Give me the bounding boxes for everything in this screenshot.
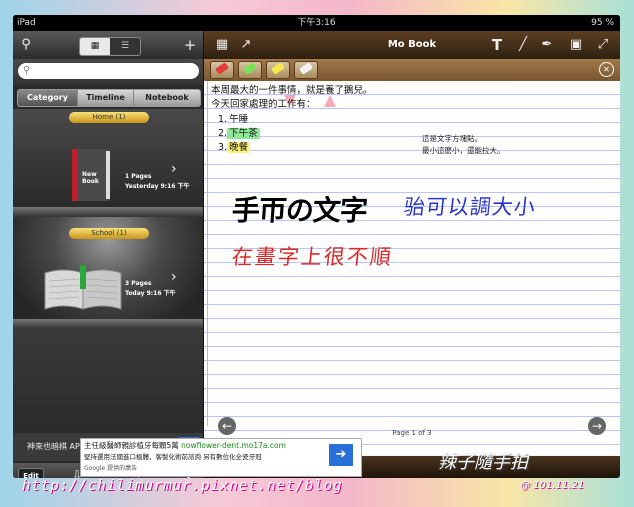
handwriting-red: 在畫字上很不順: [230, 245, 395, 269]
page-indicator: Page 1 of 3: [392, 429, 432, 437]
shelf-view-icon[interactable]: ▦: [80, 38, 110, 55]
close-icon[interactable]: ✕: [599, 62, 614, 77]
note-page[interactable]: 本周最大的一件事情，就是養了鵝兒。 今天回家處理的工作有： 1. 午睡 2. 下午茶…: [204, 81, 620, 455]
category-label-home[interactable]: Home (1): [69, 112, 149, 123]
page-count: 3 Pages: [125, 280, 152, 287]
fullscreen-icon[interactable]: ⤢: [596, 31, 610, 59]
category-label-school[interactable]: School (1): [69, 228, 149, 239]
green-highlighter-button[interactable]: [238, 61, 262, 79]
clock: 下午3:16: [297, 18, 336, 28]
note-editor-panel: ▦ ↗ Mo Book T ╱ ✒ ▣ ⤢ ✕ 本周最大的一件事情，就是養了鵝兒…: [204, 31, 620, 478]
open-book-icon: [44, 265, 122, 310]
list-item-2: 2. 下午茶: [218, 125, 260, 139]
note-line-2: 今天回家處理的工作有：: [211, 99, 316, 110]
shelf-board: [13, 207, 203, 217]
modified-date: Yesterday 9:16 下午: [125, 183, 190, 190]
list-text: 晚餐: [227, 142, 251, 153]
left-toolbar: ⚲ ▦ ☰ +: [13, 31, 203, 59]
view-mode-toggle[interactable]: ▦ ☰: [79, 37, 141, 56]
magnifier-icon: ⚲: [23, 65, 31, 76]
tab-timeline[interactable]: Timeline: [78, 90, 134, 106]
notebook-new-book[interactable]: New Book: [68, 147, 112, 203]
list-number: 2.: [218, 128, 228, 139]
list-item-1: 1. 午睡: [218, 111, 250, 125]
list-text: 下午茶: [227, 128, 260, 139]
notebook-school[interactable]: [43, 265, 123, 311]
edit-button[interactable]: Edit: [18, 468, 44, 478]
notebook-info: 3 Pages Today 9:16 下午: [125, 279, 176, 299]
eraser-button[interactable]: [294, 61, 318, 79]
list-number: 1.: [218, 114, 228, 125]
search-bar: ⚲: [13, 59, 203, 85]
empty-shelf-area: [13, 329, 203, 433]
shelf-school: School (1) 3 Pages Today 9:16 下午 ›: [13, 217, 203, 329]
text-box-line-1[interactable]: 這是文字方塊貼。: [422, 133, 482, 144]
add-icon[interactable]: +: [183, 31, 197, 59]
ad-url: nowflower-dent.mo17a.com: [181, 441, 286, 450]
modified-date: Today 9:16 下午: [125, 290, 176, 297]
page-count: 1 Pages: [125, 173, 152, 180]
chevron-right-icon[interactable]: ›: [171, 161, 177, 177]
text-tool-icon[interactable]: T: [490, 31, 504, 59]
ad-attribution: Google 提供的廣告: [84, 465, 138, 472]
notebook-title: Mo Book: [387, 39, 437, 50]
search-icon[interactable]: ⚲: [19, 31, 33, 59]
shelf-board: [13, 319, 203, 329]
next-page-button[interactable]: →: [588, 417, 606, 435]
pen-tool-icon[interactable]: ╱: [516, 31, 530, 59]
notebook-info: 1 Pages Yesterday 9:16 下午: [125, 172, 190, 192]
margin-line: [207, 81, 208, 426]
highlighter-tool-icon[interactable]: ✒: [540, 31, 554, 59]
photo-date: @ 101.11.21: [520, 480, 585, 491]
ipad-screen: iPad 下午3:16 95 % ⚲ ▦ ☰ + ⚲ Category Time…: [13, 15, 620, 478]
battery-indicator: 95 %: [591, 18, 614, 28]
ad-body: 堅持選用法國進口植體，客製化術前諮詢 另有數位化全瓷牙冠: [84, 453, 262, 461]
shelf-home: Home (1) New Book 1 Pages Yesterday 9:16…: [13, 109, 203, 217]
arrow-right-icon[interactable]: ➜: [329, 444, 353, 466]
yellow-highlighter-button[interactable]: [266, 61, 290, 79]
notebook-list-panel: ⚲ ▦ ☰ + ⚲ Category Timeline Notebook Tit…: [13, 31, 203, 478]
blog-url-watermark: http://chilimurmur.pixnet.net/blog: [22, 478, 343, 494]
search-input[interactable]: ⚲: [18, 63, 199, 79]
handwriting-black: 手帀の文字: [230, 194, 369, 227]
list-item-3: 3. 晚餐: [218, 139, 251, 153]
google-ad[interactable]: 主任級醫師親診植牙每顆5萬 nowflower-dent.mo17a.com 堅…: [80, 438, 362, 477]
note-line-1: 本周最大的一件事情，就是養了鵝兒。: [211, 85, 373, 96]
pen-palette: ✕: [204, 59, 620, 81]
chevron-right-icon[interactable]: ›: [171, 269, 177, 285]
text-box-line-2[interactable]: 最小這麼小，還能拉大。: [422, 145, 505, 156]
signature: 辣子隨手拍: [438, 452, 528, 473]
tab-category[interactable]: Category: [18, 90, 78, 106]
notebook-title: New Book: [82, 171, 99, 185]
tab-notebook-title[interactable]: Notebook Title: [134, 90, 200, 106]
sort-tabs: Category Timeline Notebook Title: [17, 89, 201, 107]
list-number: 3.: [218, 142, 228, 153]
list-text: 午睡: [229, 114, 249, 125]
ad-headline: 主任級醫師親診植牙每顆5萬 nowflower-dent.mo17a.com: [84, 441, 286, 450]
editor-toolbar: ▦ ↗ Mo Book T ╱ ✒ ▣ ⤢: [204, 31, 620, 59]
image-tool-icon[interactable]: ▣: [566, 31, 586, 59]
handwriting-blue: 骀可以調大小: [402, 195, 538, 219]
list-view-icon[interactable]: ☰: [110, 38, 140, 55]
status-bar: iPad 下午3:16 95 %: [13, 15, 620, 31]
red-pen-button[interactable]: [210, 61, 234, 79]
